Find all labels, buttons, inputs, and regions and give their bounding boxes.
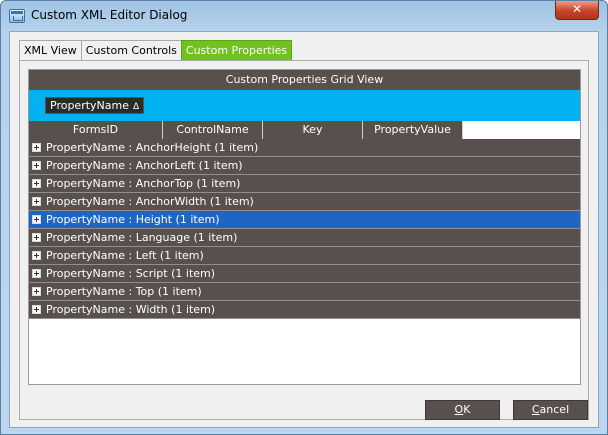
window-title: Custom XML Editor Dialog: [31, 8, 188, 22]
tab-custom-controls[interactable]: Custom Controls: [80, 40, 182, 60]
title-bar[interactable]: Custom XML Editor Dialog ✕: [1, 1, 607, 31]
group-by-chip-label: PropertyName: [50, 99, 129, 112]
group-by-chip-propertyname[interactable]: PropertyName Δ: [45, 97, 145, 114]
expand-plus-icon[interactable]: [32, 287, 41, 296]
column-header-formsid[interactable]: FormsID: [29, 121, 163, 139]
expand-plus-icon[interactable]: [32, 305, 41, 314]
group-row[interactable]: PropertyName : Width (1 item): [29, 301, 580, 319]
grid-caption: Custom Properties Grid View: [29, 70, 580, 90]
group-row-label: PropertyName : Top (1 item): [46, 285, 202, 298]
column-header-propertyvalue[interactable]: PropertyValue: [363, 121, 463, 139]
group-row[interactable]: PropertyName : Top (1 item): [29, 283, 580, 301]
tab-xml-view[interactable]: XML View: [19, 40, 82, 60]
group-row-selected[interactable]: PropertyName : Height (1 item): [29, 211, 580, 229]
group-row-label: PropertyName : AnchorHeight (1 item): [46, 141, 259, 154]
app-window-icon: [9, 9, 25, 23]
tab-panel: Custom Properties Grid View PropertyName…: [19, 60, 589, 420]
sort-ascending-icon: Δ: [133, 102, 140, 112]
expand-plus-icon[interactable]: [32, 161, 41, 170]
column-header-row: FormsID ControlName Key PropertyValue: [29, 121, 580, 139]
group-row[interactable]: PropertyName : AnchorTop (1 item): [29, 175, 580, 193]
group-row-label: PropertyName : Script (1 item): [46, 267, 216, 280]
expand-plus-icon[interactable]: [32, 251, 41, 260]
dialog-client-area: XML View Custom Controls Custom Properti…: [9, 31, 599, 428]
group-row[interactable]: PropertyName : AnchorLeft (1 item): [29, 157, 580, 175]
dialog-window: Custom XML Editor Dialog ✕ XML View Cust…: [0, 0, 608, 435]
close-icon: ✕: [571, 2, 583, 16]
group-row[interactable]: PropertyName : Script (1 item): [29, 265, 580, 283]
group-rows: PropertyName : AnchorHeight (1 item) Pro…: [29, 139, 580, 319]
group-by-panel[interactable]: PropertyName Δ: [29, 90, 580, 121]
expand-plus-icon[interactable]: [32, 269, 41, 278]
group-row-label: PropertyName : Width (1 item): [46, 303, 216, 316]
cancel-access-key: C: [531, 403, 540, 416]
ok-label-rest: K: [463, 403, 471, 416]
expand-plus-icon[interactable]: [32, 197, 41, 206]
group-row-label: PropertyName : AnchorLeft (1 item): [46, 159, 243, 172]
cancel-button[interactable]: Cancel: [513, 400, 588, 420]
expand-plus-icon[interactable]: [32, 215, 41, 224]
expand-plus-icon[interactable]: [32, 179, 41, 188]
expand-plus-icon[interactable]: [32, 233, 41, 242]
tab-custom-properties[interactable]: Custom Properties: [180, 40, 293, 60]
group-row-label: PropertyName : Language (1 item): [46, 231, 238, 244]
group-row[interactable]: PropertyName : AnchorHeight (1 item): [29, 139, 580, 157]
ok-access-key: O: [454, 403, 464, 416]
close-button[interactable]: ✕: [555, 1, 599, 20]
group-row-label: PropertyName : Height (1 item): [46, 213, 220, 226]
cancel-label-rest: ancel: [539, 403, 570, 416]
ok-button[interactable]: OK: [425, 400, 500, 420]
group-row[interactable]: PropertyName : Left (1 item): [29, 247, 580, 265]
group-row[interactable]: PropertyName : Language (1 item): [29, 229, 580, 247]
group-row-label: PropertyName : Left (1 item): [46, 249, 204, 262]
expand-plus-icon[interactable]: [32, 143, 41, 152]
tab-strip: XML View Custom Controls Custom Properti…: [19, 40, 293, 60]
column-header-key[interactable]: Key: [263, 121, 363, 139]
custom-properties-grid: Custom Properties Grid View PropertyName…: [28, 69, 581, 385]
column-header-controlname[interactable]: ControlName: [163, 121, 263, 139]
group-row-label: PropertyName : AnchorTop (1 item): [46, 177, 241, 190]
group-row[interactable]: PropertyName : AnchorWidth (1 item): [29, 193, 580, 211]
group-row-label: PropertyName : AnchorWidth (1 item): [46, 195, 254, 208]
